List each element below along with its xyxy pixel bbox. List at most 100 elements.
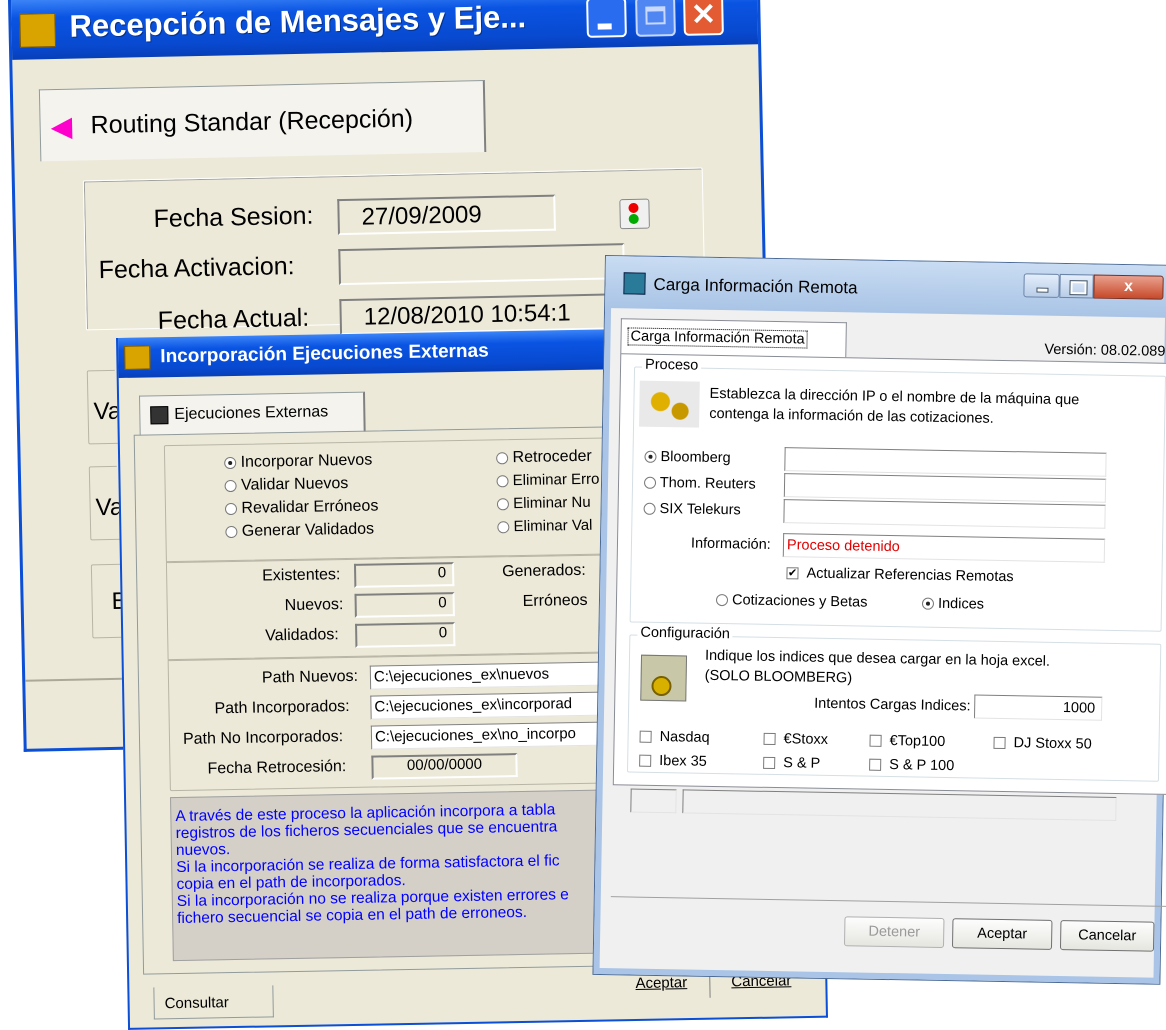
checkbox-dj-stoxx-50[interactable]: DJ Stoxx 50: [993, 735, 1092, 753]
radio-label: Revalidar Erróneos: [241, 497, 379, 517]
path-no-incorporados-value: C:\ejecuciones_ex\no_incorpo: [374, 725, 577, 746]
path-nuevos-value: C:\ejecuciones_ex\nuevos: [373, 665, 550, 686]
checkbox-ibex-35[interactable]: Ibex 35: [639, 753, 707, 770]
fecha-activacion-label: Fecha Activacion:: [98, 252, 295, 285]
window-title: Recepción de Mensajes y Eje...: [69, 0, 527, 44]
radio-label: Incorporar Nuevos: [240, 451, 373, 471]
checkbox-nasdaq[interactable]: Nasdaq: [639, 729, 710, 746]
radio-incorporar-nuevos[interactable]: Incorporar Nuevos: [224, 452, 372, 473]
path-no-incorporados-input[interactable]: C:\ejecuciones_ex\no_incorpo: [370, 721, 632, 750]
radio-six-telekurs[interactable]: SIX Telekurs: [643, 500, 741, 519]
radio-label: Retroceder: [512, 447, 592, 467]
existentes-field: 0: [353, 562, 455, 588]
checkbox-label: Ibex 35: [659, 753, 707, 770]
checkbox-label: Nasdaq: [659, 729, 710, 746]
settings-icon: [640, 654, 688, 702]
radio-label: Cotizaciones y Betas: [731, 592, 868, 611]
cancelar-button[interactable]: Cancelar: [1059, 920, 1155, 952]
informacion-label: Información:: [690, 535, 771, 553]
consultar-tab[interactable]: Consultar: [153, 985, 274, 1020]
generados-label: Generados:: [501, 561, 586, 581]
window-title: Incorporación Ejecuciones Externas: [160, 340, 489, 368]
radio-thom-reuters[interactable]: Thom. Reuters: [643, 474, 756, 493]
radio-label: Eliminar Erro: [512, 470, 600, 490]
nuevos-label: Nuevos:: [284, 596, 344, 615]
radio-eliminar-validados[interactable]: Eliminar Val: [497, 517, 593, 536]
existentes-label: Existentes:: [262, 566, 341, 585]
radio-eliminar-erroneos[interactable]: Eliminar Erro: [496, 470, 600, 490]
aceptar-button[interactable]: Aceptar: [951, 918, 1053, 950]
checkbox-s-p[interactable]: S & P: [763, 755, 820, 772]
close-icon: ✕: [690, 0, 717, 32]
radio-label: Generar Validados: [241, 520, 375, 540]
maximize-icon: [1069, 280, 1088, 296]
minimize-button[interactable]: [1023, 273, 1060, 298]
checkbox-label: €Top100: [889, 733, 946, 750]
tab-routing-standar[interactable]: ◀ Routing Standar (Recepción): [38, 80, 487, 162]
aceptar-label: Aceptar: [635, 974, 688, 993]
radio-cotizaciones-betas[interactable]: Cotizaciones y Betas: [715, 592, 868, 611]
path-no-incorporados-label: Path No Incorporados:: [182, 728, 344, 748]
validados-label: Validados:: [265, 626, 339, 645]
tab-carga-informacion-remota[interactable]: Carga Información Remota: [620, 318, 847, 359]
maximize-button[interactable]: [1059, 273, 1094, 299]
checkbox-label: S & P: [783, 755, 821, 772]
path-incorporados-input[interactable]: C:\ejecuciones_ex\incorporad: [370, 691, 631, 720]
radio-revalidar-erroneos[interactable]: Revalidar Erróneos: [224, 497, 379, 518]
path-incorporados-value: C:\ejecuciones_ex\incorporad: [374, 695, 573, 716]
path-nuevos-label: Path Nuevos:: [261, 667, 359, 687]
minimize-icon: [1036, 287, 1049, 293]
window-carga-informacion-remota: Carga Información Remota x Carga Informa…: [593, 256, 1166, 984]
nuevos-value: 0: [438, 594, 447, 612]
radio-label: Thom. Reuters: [659, 474, 756, 493]
radio-validar-nuevos[interactable]: Validar Nuevos: [224, 475, 348, 495]
checkbox-s-p-100[interactable]: S & P 100: [869, 757, 954, 774]
close-button[interactable]: x: [1093, 274, 1164, 300]
traffic-light-icon[interactable]: [619, 198, 650, 230]
titlebar[interactable]: Carga Información Remota x: [605, 256, 1166, 318]
minimize-button[interactable]: [586, 0, 627, 38]
checkbox-etop100[interactable]: €Top100: [869, 733, 945, 750]
minimize-icon: [597, 23, 612, 30]
fecha-sesion-field[interactable]: 27/09/2009: [337, 194, 556, 236]
intentos-input[interactable]: 1000: [973, 694, 1103, 721]
configuracion-label: Configuración: [637, 624, 734, 643]
checkbox-label: €Stoxx: [783, 731, 829, 748]
radio-bloomberg[interactable]: Bloomberg: [644, 448, 731, 467]
path-incorporados-label: Path Incorporados:: [214, 697, 350, 718]
fecha-sesion-label: Fecha Sesion:: [153, 201, 314, 233]
titlebar[interactable]: Recepción de Mensajes y Eje... ✕: [10, 0, 759, 60]
progress-field: [682, 789, 1117, 821]
fecha-activacion-field[interactable]: [338, 243, 625, 286]
close-icon: x: [1123, 278, 1134, 296]
fecha-actual-field[interactable]: 12/08/2010 10:54:1: [339, 293, 627, 336]
radio-label: Eliminar Nu: [512, 493, 591, 513]
radio-label: SIX Telekurs: [659, 500, 741, 519]
detener-button[interactable]: Detener: [843, 916, 945, 949]
erroneos-label: Erróneos: [522, 591, 588, 610]
radio-indices[interactable]: Indices: [921, 596, 984, 613]
validados-value: 0: [438, 624, 448, 642]
radio-eliminar-nuevos[interactable]: Eliminar Nu: [496, 493, 591, 513]
tab-ejecuciones-externas[interactable]: Ejecuciones Externas: [139, 391, 366, 436]
detener-label: Detener: [868, 923, 921, 941]
aceptar-label: Aceptar: [977, 925, 1028, 943]
radio-retroceder[interactable]: Retroceder: [496, 448, 592, 468]
path-nuevos-input[interactable]: C:\ejecuciones_ex\nuevos: [369, 661, 631, 690]
validados-field: 0: [355, 622, 456, 648]
fecha-retrocesion-field[interactable]: 00/00/0000: [371, 753, 518, 780]
informacion-value: Proceso detenido: [786, 537, 900, 556]
fecha-actual-label: Fecha Actual:: [157, 303, 310, 335]
app-icon: [124, 345, 151, 370]
close-button[interactable]: ✕: [683, 0, 724, 36]
config-text: (SOLO BLOOMBERG): [704, 667, 853, 687]
maximize-button[interactable]: [635, 0, 676, 37]
radio-generar-validados[interactable]: Generar Validados: [225, 521, 374, 542]
tab-label: Ejecuciones Externas: [174, 403, 329, 423]
save-icon: [150, 406, 169, 425]
existentes-value: 0: [437, 564, 447, 582]
status-small-field: [630, 788, 677, 814]
checkbox-estoxx[interactable]: €Stoxx: [763, 731, 828, 748]
radio-label: Bloomberg: [660, 448, 731, 467]
maximize-icon: [645, 6, 666, 25]
